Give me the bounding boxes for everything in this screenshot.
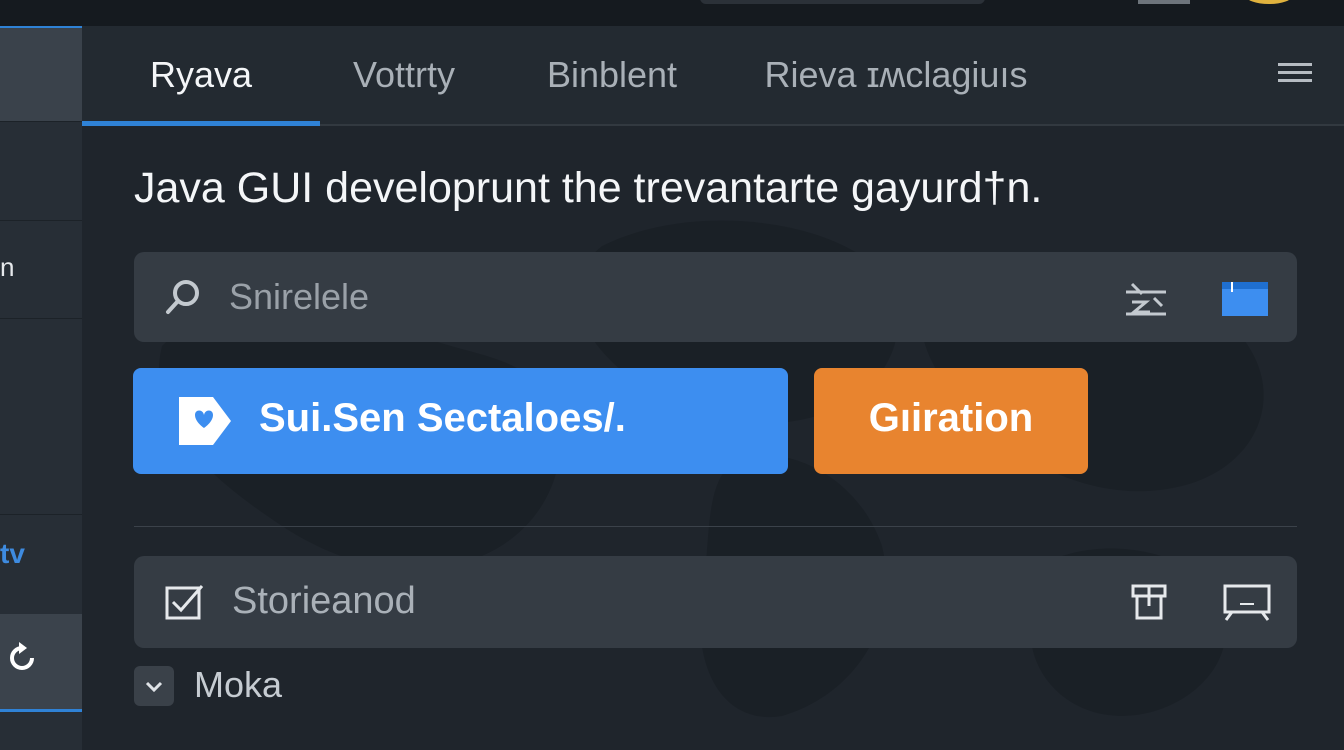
- sidebar-item-2[interactable]: [0, 122, 82, 221]
- tab-rieva[interactable]: Rieva ɪʍclagiuıs: [746, 26, 1046, 124]
- top-pill: [700, 0, 985, 4]
- box-icon[interactable]: [1129, 582, 1169, 622]
- tab-bar: Ryava Vottrty Binblent Rieva ɪʍclagiuıs: [82, 26, 1344, 126]
- secondary-action-button[interactable]: Gıiration: [814, 368, 1088, 474]
- moka-label: Moka: [194, 664, 283, 705]
- filter-icon[interactable]: [1122, 278, 1170, 318]
- stored-row[interactable]: Storieanod: [134, 556, 1297, 648]
- screen-icon[interactable]: [1222, 582, 1272, 624]
- main-panel: Ryava Vottrty Binblent Rieva ɪʍclagiuıs …: [82, 26, 1344, 750]
- sidebar-item-text[interactable]: n: [0, 220, 82, 319]
- top-strip: [0, 0, 1344, 26]
- section-divider: [134, 526, 1297, 527]
- tab-binblent[interactable]: Binblent: [520, 26, 704, 124]
- primary-action-button[interactable]: Sui.Sen Sectaloes/.: [133, 368, 788, 474]
- sidebar-item-4[interactable]: [0, 318, 82, 515]
- secondary-action-label: Gıiration: [868, 396, 1034, 440]
- sidebar-item-accent[interactable]: tv: [0, 514, 82, 615]
- sidebar-item-top[interactable]: [0, 26, 82, 122]
- tab-vottrty[interactable]: Vottrty: [320, 26, 488, 124]
- search-icon: [166, 280, 199, 314]
- stored-row-label: Storieanod: [232, 580, 416, 622]
- primary-action-label: Sui.Sen Sectaloes/.: [259, 396, 626, 440]
- refresh-icon: [10, 642, 34, 670]
- heart-icon: [179, 397, 231, 445]
- sidebar-item-refresh[interactable]: [0, 614, 82, 712]
- top-square: [1138, 0, 1190, 4]
- sidebar-item-text-label: n: [0, 252, 15, 282]
- chevron-down-icon[interactable]: [134, 666, 174, 706]
- left-sidebar: n tv: [0, 26, 83, 750]
- search-bar[interactable]: Snirelele: [134, 252, 1297, 342]
- search-input[interactable]: Snirelele: [229, 276, 369, 318]
- checkbox-icon[interactable]: [164, 582, 206, 622]
- page-title: Java GUI developrunt the trevantarte gay…: [134, 164, 1043, 212]
- panel-icon[interactable]: [1220, 278, 1270, 318]
- sidebar-item-accent-label: tv: [0, 538, 25, 569]
- top-status-dot: [1245, 0, 1293, 4]
- menu-icon[interactable]: [1278, 58, 1312, 92]
- tab-ryava[interactable]: Ryava: [82, 26, 320, 126]
